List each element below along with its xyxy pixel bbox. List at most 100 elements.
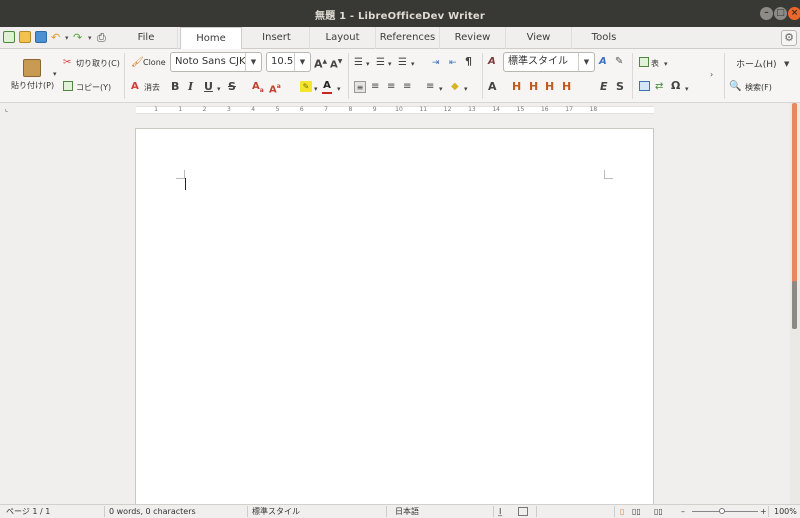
find-icon[interactable]: 🔍 [729,81,741,93]
special-character-dropdown-icon[interactable]: ▾ [685,83,689,95]
heading1-button[interactable]: H [512,81,521,93]
horizontal-ruler[interactable]: ⌞ 1 1 2 3 4 5 6 7 8 9 10 11 12 13 14 15 16 17 18 [0,103,800,117]
align-left-icon[interactable]: ≡ [354,81,366,93]
save-icon[interactable] [35,31,47,43]
page-count[interactable]: ページ 1 / 1 [6,505,50,518]
grow-font-icon[interactable]: A▲ [314,56,327,71]
outline-list-icon[interactable]: ☰ [398,57,407,69]
shrink-font-icon[interactable]: A▼ [330,56,342,71]
character-style-icon[interactable]: A [488,56,496,68]
tab-references[interactable]: References [376,27,440,49]
chevron-down-icon[interactable]: ▼ [245,53,261,71]
font-color-dropdown-icon[interactable]: ▾ [337,83,341,95]
special-character-icon[interactable]: Ω [671,80,680,92]
table-dropdown-icon[interactable]: ▾ [664,58,668,70]
outline-dropdown-icon[interactable]: ▾ [411,58,415,70]
clear-label[interactable]: 消去 [144,82,160,93]
tab-stop-icon[interactable]: ⌞ [5,105,8,113]
scrollbar-thumb[interactable] [792,281,797,329]
table-icon[interactable] [639,57,649,67]
subscript-icon[interactable]: Aa [269,81,281,96]
tab-layout[interactable]: Layout [310,27,376,49]
update-style-icon[interactable]: A [599,56,607,68]
find-label[interactable]: 検索(F) [745,82,772,93]
italic-button[interactable]: I [188,81,193,93]
paste-label[interactable]: 貼り付け(P) [11,80,54,91]
word-count[interactable]: 0 words, 0 characters [109,505,196,518]
paste-dropdown-icon[interactable]: ▾ [53,68,57,80]
redo-icon[interactable]: ↷ [73,31,82,45]
zoom-out-icon[interactable]: – [681,505,685,518]
tab-review[interactable]: Review [440,27,506,49]
bold-button[interactable]: B [171,81,179,93]
underline-button[interactable]: U [204,81,213,93]
decrease-indent-icon[interactable]: ⇤ [449,57,457,69]
table-label[interactable]: 表 [651,58,659,69]
vertical-scrollbar[interactable] [790,103,800,504]
paragraph-style-combo[interactable]: 標準スタイル ▼ [503,52,595,72]
tab-view[interactable]: View [506,27,572,49]
close-icon[interactable]: × [788,7,800,20]
home-menu-dropdown-icon[interactable]: ▼ [784,58,789,70]
clone-label[interactable]: Clone [143,58,166,67]
justify-icon[interactable]: ≡ [403,81,411,93]
undo-icon[interactable]: ↶ [51,31,60,45]
redo-dropdown-icon[interactable]: ▾ [88,34,92,48]
document-page[interactable] [135,128,654,504]
book-view-icon[interactable]: ▯▯ [654,505,663,518]
default-style-button[interactable]: A [488,81,497,93]
font-name-combo[interactable]: Noto Sans CJK ▼ [170,52,262,72]
tab-home[interactable]: Home [180,27,242,50]
bullet-dropdown-icon[interactable]: ▾ [366,58,370,70]
undo-dropdown-icon[interactable]: ▾ [65,34,69,48]
background-color-icon[interactable]: ◆ [451,81,459,93]
underline-dropdown-icon[interactable]: ▾ [217,83,221,95]
background-dropdown-icon[interactable]: ▾ [464,83,468,95]
line-spacing-icon[interactable]: ≡ [426,81,434,93]
more-options-icon[interactable]: › [710,69,713,81]
zoom-slider-thumb[interactable] [719,508,725,514]
insert-mode-icon[interactable]: I̲ [499,505,501,518]
multi-page-view-icon[interactable]: ▯▯ [632,505,641,518]
font-size-combo[interactable]: 10.5 ▼ [266,52,311,72]
formatting-marks-icon[interactable]: ¶ [465,56,472,68]
bullet-list-icon[interactable]: ☰ [354,57,363,69]
increase-indent-icon[interactable]: ⇥ [432,57,440,69]
cut-icon[interactable]: ✂ [63,57,71,69]
clone-formatting-icon[interactable]: 🖌 [131,57,144,69]
maximize-icon[interactable]: □ [774,7,787,20]
cut-label[interactable]: 切り取り(C) [76,58,120,69]
paste-icon[interactable] [23,59,41,77]
zoom-in-icon[interactable]: + [760,505,767,518]
emphasis-button[interactable]: E [600,81,608,93]
new-document-icon[interactable] [3,31,15,43]
align-center-icon[interactable]: ≡ [371,81,379,93]
home-menu-label[interactable]: ホーム(H) [736,57,777,70]
single-page-view-icon[interactable]: ▯ [620,505,624,518]
image-icon[interactable] [639,81,650,91]
font-color-icon[interactable]: A [322,80,332,94]
print-icon[interactable]: ⎙ [97,31,106,45]
strong-emphasis-button[interactable]: S [616,81,624,93]
tab-file[interactable]: File [115,27,178,49]
heading2-button[interactable]: H [529,81,538,93]
clear-formatting-icon[interactable]: A [131,81,139,93]
zoom-level[interactable]: 100% [774,505,797,518]
settings-gear-icon[interactable]: ⚙ [781,30,797,46]
copy-icon[interactable] [63,81,73,91]
open-folder-icon[interactable] [19,31,31,43]
strikethrough-button[interactable]: S [228,81,236,93]
tab-insert[interactable]: Insert [244,27,310,49]
superscript-icon[interactable]: Aa [252,81,264,97]
language[interactable]: 日本語 [395,505,419,518]
heading4-button[interactable]: H [562,81,571,93]
copy-label[interactable]: コピー(Y) [76,82,111,93]
chevron-down-icon[interactable]: ▼ [294,53,310,71]
new-style-icon[interactable]: ✎ [615,56,623,68]
zoom-slider[interactable] [692,511,758,512]
numbered-dropdown-icon[interactable]: ▾ [388,58,392,70]
chevron-down-icon[interactable]: ▼ [578,53,594,71]
tab-tools[interactable]: Tools [572,27,636,49]
highlight-dropdown-icon[interactable]: ▾ [314,83,318,95]
line-spacing-dropdown-icon[interactable]: ▾ [439,83,443,95]
